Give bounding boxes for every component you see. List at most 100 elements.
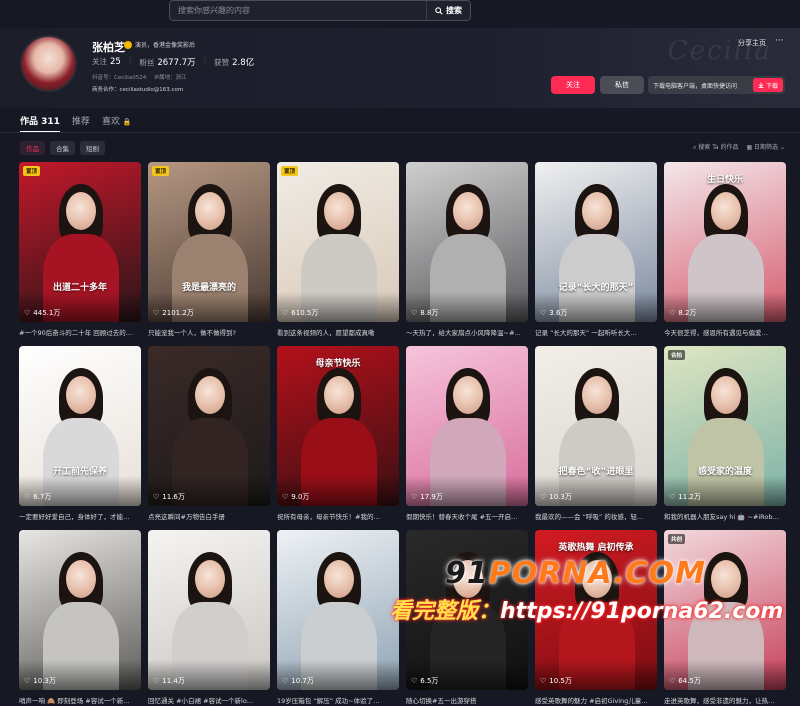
video-thumbnail[interactable]: ♡ 11.4万 [148,530,270,690]
watermark-logo: 91PORNA.COM [445,556,706,591]
video-thumbnail[interactable]: ♡ 17.9万 [406,346,528,506]
video-thumbnail[interactable]: 合拍 感受家的温度 ♡ 11.2万 [664,346,786,506]
tab-recommend[interactable]: 推荐 [72,114,90,133]
watermark-url: 看完整版：https://91porna62.com [390,599,784,624]
date-filter-dropdown[interactable]: ▦ 日期筛选 ⌄ [746,142,785,152]
like-count: ♡ 2101.2万 [153,309,194,317]
business-contact: 商务合作：ceciliastudio@163.com [92,87,184,93]
video-card[interactable]: 把春色“收”进眼里 ♡ 10.3万我最欢的——会 “呼吸” 的妆感，轻… [535,346,657,521]
video-thumbnail[interactable]: 置顶 出道二十多年 ♡ 445.1万 [19,162,141,322]
profile-tabs: 作品 311 推荐 喜欢 🔒 [20,114,132,133]
video-thumbnail[interactable]: 开工前先保养 ♡ 6.7万 [19,346,141,506]
video-thumbnail[interactable]: 记录“长大的那天” ♡ 3.6万 [535,162,657,322]
chip-works[interactable]: 作品 [20,141,45,155]
video-title[interactable]: 19岁压箱包 “解压” 成功~体验了… [277,695,399,705]
video-title[interactable]: 看到这条视频的人，愿望都成真嘞 [277,327,399,337]
like-count: ♡ 8.2万 [669,309,697,317]
like-count: ♡ 17.9万 [411,493,443,501]
tab-works[interactable]: 作品 311 [20,114,60,133]
person-face [711,376,741,414]
video-thumbnail[interactable]: 置顶 ♡ 610.5万 [277,162,399,322]
person-face [195,192,225,230]
download-button[interactable]: 下载 [752,78,783,92]
video-card[interactable]: ♡ 11.6万点亮这瞬间#万物告白手册 [148,346,270,521]
message-button[interactable]: 私信 [600,76,644,94]
like-count: ♡ 6.5万 [411,677,439,685]
person-face [66,376,96,414]
video-title[interactable]: 一定要好好爱自己，身体好了，才能… [19,511,141,521]
video-thumbnail[interactable]: ♡ 10.3万 [19,530,141,690]
video-title[interactable]: 哨声一响 🙈 即刻登场 #容试一个新… [19,695,141,705]
video-title[interactable]: 回忆通关 #小白裙 #容试一个新lo… [148,695,270,705]
video-title[interactable]: #一个90后奋斗的二十年 回顾过去的… [19,327,141,337]
video-card[interactable]: ♡ 8.8万〜天热了，给大家扇点小风降降温~#… [406,162,528,337]
search-works-link[interactable]: ⌕ 搜索 Ta 的作品 [693,142,738,152]
video-card[interactable]: 置顶 ♡ 610.5万看到这条视频的人，愿望都成真嘞 [277,162,399,337]
video-title[interactable]: 点亮这瞬间#万物告白手册 [148,511,270,521]
person-face [582,192,612,230]
video-thumbnail[interactable]: 置顶 我是最漂亮的 ♡ 2101.2万 [148,162,270,322]
follow-button[interactable]: 关注 [551,76,595,94]
video-title[interactable]: 假期快乐！替春天收个尾 #五一开启… [406,511,528,521]
chip-short-dramas[interactable]: 短剧 [80,141,105,155]
heart-icon: ♡ [411,677,418,685]
like-count: ♡ 10.5万 [540,677,572,685]
heart-icon: ♡ [153,677,160,685]
avatar[interactable] [20,35,77,92]
followers-stat[interactable]: 粉丝 2677.7万 [139,56,195,68]
video-thumbnail[interactable]: 生日快乐 ♡ 8.2万 [664,162,786,322]
pinned-badge: 置顶 [23,166,41,176]
video-title[interactable]: 随心切换#五一出游穿搭 [406,695,528,705]
search-button[interactable]: 搜索 [426,1,470,20]
pinned-badge: 共创 [668,534,686,544]
video-card[interactable]: ♡ 10.7万 19岁压箱包 “解压” 成功~体验了… [277,530,399,705]
profile-meta: 抖音号：Cecilia0524 IP属地：浙江 [92,73,187,81]
video-title[interactable]: 祝所有母亲，母亲节快乐！#我的… [277,511,399,521]
video-title[interactable]: 和我的机器人朋友say hi 🤖 ~#iRob… [664,511,786,521]
search-input[interactable] [170,6,426,15]
video-card[interactable]: 母亲节快乐 ♡ 9.0万祝所有母亲，母亲节快乐！#我的… [277,346,399,521]
like-count: ♡ 11.2万 [669,493,701,501]
video-title[interactable]: 记录 “长大的那天” 一起听听长大… [535,327,657,337]
tab-likes[interactable]: 喜欢 🔒 [102,114,132,133]
video-title[interactable]: 〜天热了，给大家扇点小风降降温~#… [406,327,528,337]
chip-collections[interactable]: 合集 [50,141,75,155]
video-card[interactable]: 记录“长大的那天” ♡ 3.6万记录 “长大的那天” 一起听听长大… [535,162,657,337]
video-thumbnail[interactable]: 母亲节快乐 ♡ 9.0万 [277,346,399,506]
video-thumbnail[interactable]: ♡ 11.6万 [148,346,270,506]
filter-chips: 作品 合集 短剧 [20,141,105,155]
video-thumbnail[interactable]: 把春色“收”进眼里 ♡ 10.3万 [535,346,657,506]
video-title[interactable]: 感受英歌舞的魅力 #启初Giving儿童… [535,695,657,705]
heart-icon: ♡ [153,493,160,501]
search-bar[interactable]: 搜索 [169,0,471,21]
person-face [453,192,483,230]
video-title[interactable]: 走进英歌舞，感受非遗的魅力，让热… [664,695,786,705]
following-stat[interactable]: 关注 25 [92,56,121,68]
thumbnail-caption: 生日快乐 [706,175,743,185]
person-face [324,192,354,230]
heart-icon: ♡ [411,309,418,317]
heart-icon: ♡ [282,677,289,685]
video-card[interactable]: ♡ 17.9万假期快乐！替春天收个尾 #五一开启… [406,346,528,521]
top-bar: 搜索 [0,0,800,28]
share-profile-link[interactable]: 分享主页 [738,38,766,48]
video-thumbnail[interactable]: ♡ 10.7万 [277,530,399,690]
likes-stat: 获赞 2.8亿 [214,58,255,68]
video-card[interactable]: 置顶 出道二十多年 ♡ 445.1万 #一个90后奋斗的二十年 回顾过去的… [19,162,141,337]
video-card[interactable]: 开工前先保养 ♡ 6.7万一定要好好爱自己，身体好了，才能… [19,346,141,521]
video-card[interactable]: ♡ 10.3万哨声一响 🙈 即刻登场 #容试一个新… [19,530,141,705]
video-card[interactable]: ♡ 11.4万回忆通关 #小白裙 #容试一个新lo… [148,530,270,705]
heart-icon: ♡ [669,309,676,317]
more-icon[interactable]: ··· [775,36,784,46]
video-title[interactable]: 今天很芝得，感恩所有遇见与偏爱… [664,327,786,337]
heart-icon: ♡ [540,677,547,685]
video-card[interactable]: 置顶 我是最漂亮的 ♡ 2101.2万只能宠我一个人，做不做得到? [148,162,270,337]
video-thumbnail[interactable]: ♡ 8.8万 [406,162,528,322]
search-button-label: 搜索 [446,6,462,15]
heart-icon: ♡ [669,493,676,501]
video-title[interactable]: 我最欢的——会 “呼吸” 的妆感，轻… [535,511,657,521]
video-title[interactable]: 只能宠我一个人，做不做得到? [148,327,270,337]
like-count: ♡ 11.4万 [153,677,185,685]
video-card[interactable]: 合拍 感受家的温度 ♡ 11.2万和我的机器人朋友say hi 🤖 ~#iRob… [664,346,786,521]
video-card[interactable]: 生日快乐 ♡ 8.2万今天很芝得，感恩所有遇见与偏爱… [664,162,786,337]
